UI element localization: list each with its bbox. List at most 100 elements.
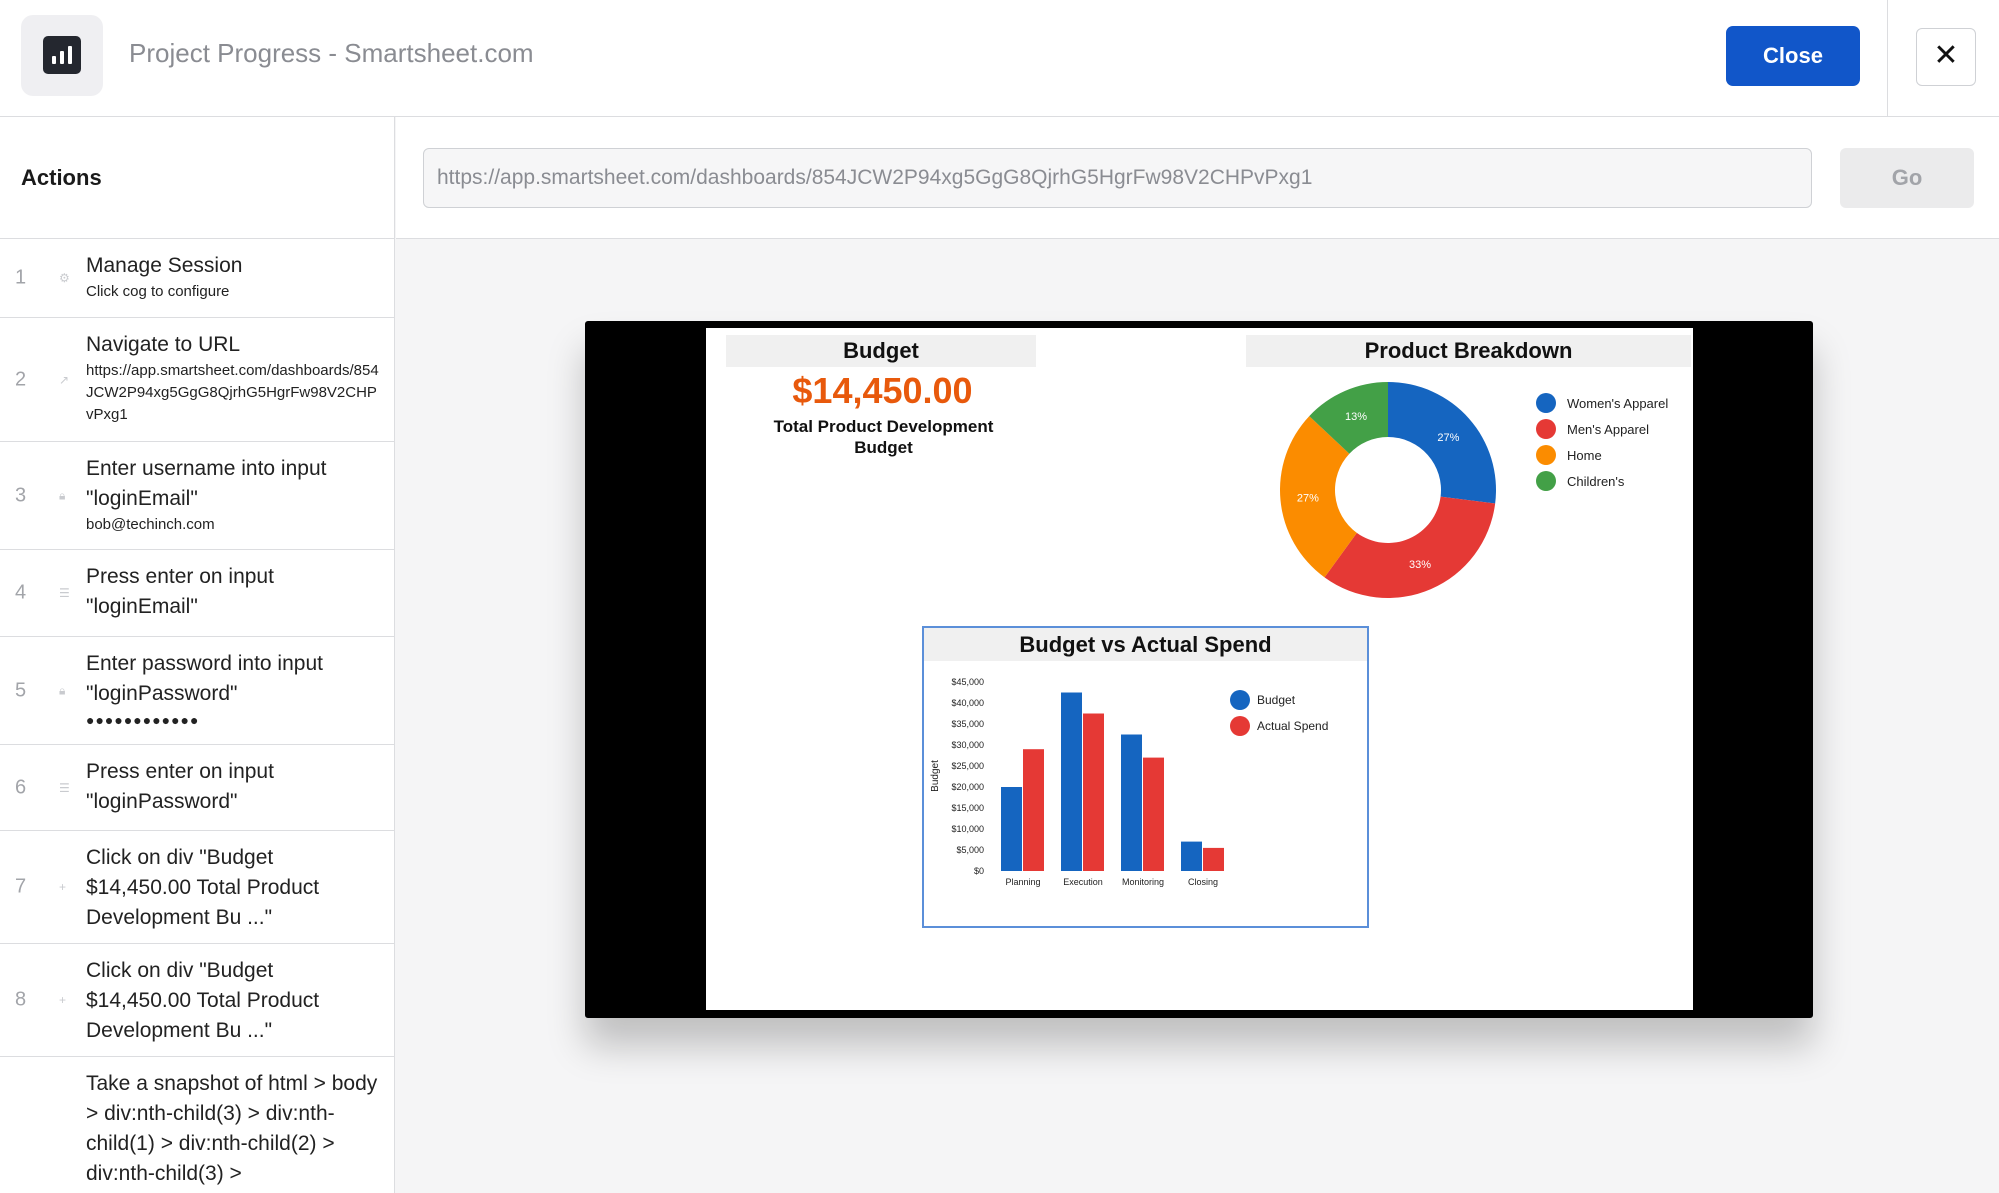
donut-slice-label: 27% [1437,432,1459,444]
y-tick-label: $30,000 [951,740,984,750]
action-step-8[interactable]: 8 + Click on div "Budget $14,450.00 Tota… [0,944,394,1057]
y-axis-label: Budget [930,760,941,792]
step-title: Press enter on input "loginEmail" [86,565,274,618]
close-icon[interactable]: ✕ [1916,28,1976,86]
bar [1083,713,1104,871]
y-tick-label: $25,000 [951,761,984,771]
y-tick-label: $45,000 [951,677,984,687]
x-tick-label: Closing [1188,877,1218,887]
action-step-1[interactable]: 1 ⚙ Manage Session Click cog to configur… [0,239,394,318]
step-number: 3 [15,484,27,506]
action-step-4[interactable]: 4 ☰ Press enter on input "loginEmail" [0,550,394,637]
legend-item: Men's Apparel [1536,419,1649,439]
screenshot-preview: Budget $14,450.00 Total Product Developm… [585,321,1813,1018]
step-subtitle: bob@techinch.com [86,516,215,533]
bar [1121,734,1142,871]
lock-icon: 🔒︎ [59,683,66,697]
legend-swatch [1536,471,1556,491]
bar [1061,692,1082,871]
dashboard-sheet: Budget $14,450.00 Total Product Developm… [706,328,1693,1010]
budget-amount[interactable]: $14,450.00 [726,370,1039,412]
y-tick-label: $0 [974,866,984,876]
bar [1203,847,1224,871]
y-tick-label: $40,000 [951,698,984,708]
step-title: Navigate to URL [86,333,241,356]
step-title: Enter username into input "loginEmail" [86,457,327,510]
pointer-icon: + [59,880,67,894]
legend-swatch [1536,419,1556,439]
gear-icon[interactable]: ⚙ [59,271,70,285]
url-bar: Go [396,117,1999,239]
legend-label: Actual Spend [1257,719,1328,733]
step-subtitle: ●●●●●●●●●●●● [86,712,200,728]
step-title: Manage Session [86,254,243,277]
legend-item: Children's [1536,471,1624,491]
action-step-3[interactable]: 3 🔒︎ Enter username into input "loginEma… [0,442,394,550]
bar [1143,757,1164,871]
budget-vs-actual-chart: $0 $5,000 $10,000 $15,000 $20,000 $25,000 $30,… [930,677,1328,887]
actions-sidebar: Actions 1 ⚙ Manage Session Click cog to … [0,117,395,1193]
legend-swatch [1536,393,1556,413]
url-input[interactable] [423,148,1812,208]
lock-icon: 🔒︎ [59,488,66,502]
step-number: 7 [15,875,27,898]
step-number: 6 [15,776,27,798]
app-header: Project Progress - Smartsheet.com Close … [0,0,1999,117]
y-tick-label: $10,000 [951,824,984,834]
budget-vs-actual-widget: Budget vs Actual Spend $0 $5,000 $10,000 $1… [922,626,1369,928]
step-title: Click on div "Budget $14,450.00 Total Pr… [86,959,320,1042]
step-subtitle: Click cog to configure [86,283,230,300]
go-button[interactable]: Go [1840,148,1974,208]
legend-label: Children's [1567,473,1625,489]
legend-swatch [1230,716,1250,736]
header-divider [1887,0,1888,117]
step-number: 1 [15,266,27,289]
y-tick-label: $15,000 [951,803,984,813]
step-number: 2 [15,368,27,390]
budget-heading: Budget [726,335,1036,367]
donut-slice-label: 33% [1409,559,1431,571]
product-breakdown-donut: 27% 33% 27% 13% [1280,382,1496,598]
y-tick-label: $35,000 [951,719,984,729]
product-breakdown-heading: Product Breakdown [1246,335,1691,367]
bar [1001,787,1022,871]
step-number: 8 [15,988,27,1011]
donut-slice [1324,496,1496,598]
y-tick-label: $5,000 [956,845,984,855]
x-tick-label: Planning [1005,877,1040,887]
step-subtitle: https://app.smartsheet.com/dashboards/85… [86,362,379,423]
action-step-5[interactable]: 5 🔒︎ Enter password into input "loginPas… [0,637,394,745]
action-step-6[interactable]: 6 ☰ Press enter on input "loginPassword" [0,745,394,831]
legend-label: Budget [1257,693,1296,707]
step-title: Press enter on input "loginPassword" [86,760,274,813]
legend-swatch [1536,445,1556,465]
step-number: 4 [15,581,27,604]
donut-slice-label: 13% [1345,411,1367,423]
step-title: Take a snapshot of html > body > div:nth… [86,1072,378,1185]
bar [1023,749,1044,871]
close-button[interactable]: Close [1726,26,1860,86]
external-link-icon: ↗ [59,372,70,387]
legend-item: Home [1536,445,1602,465]
donut-slice-label: 27% [1297,493,1319,505]
action-step-2[interactable]: 2 ↗ Navigate to URL https://app.smartshe… [0,318,394,442]
legend-item: Women's Apparel [1536,393,1668,413]
action-step-9[interactable]: Take a snapshot of html > body > div:nth… [0,1057,394,1193]
x-tick-label: Execution [1063,877,1103,887]
actions-heading: Actions [0,117,394,239]
step-number: 5 [15,679,27,701]
lines-icon: ☰ [59,780,70,795]
bar-chart-icon [21,15,103,96]
budget-label: Total Product Development Budget [773,417,994,457]
legend-label: Home [1567,447,1602,463]
legend-swatch [1230,690,1250,710]
page-title: Project Progress - Smartsheet.com [129,38,534,68]
bar [1181,841,1202,871]
step-title: Click on div "Budget $14,450.00 Total Pr… [86,846,320,929]
action-step-7[interactable]: 7 + Click on div "Budget $14,450.00 Tota… [0,831,394,944]
legend-label: Men's Apparel [1567,421,1649,437]
step-title: Enter password into input "loginPassword… [86,652,323,705]
x-tick-label: Monitoring [1122,877,1164,887]
y-tick-label: $20,000 [951,782,984,792]
pointer-icon: + [59,993,67,1007]
